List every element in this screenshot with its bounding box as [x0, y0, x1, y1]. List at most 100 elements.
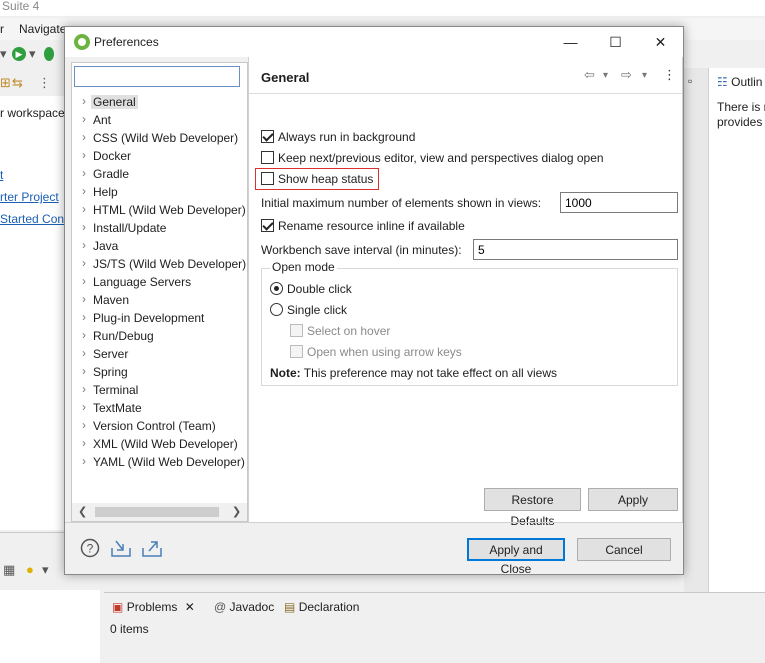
- chevron-right-icon[interactable]: ›: [82, 94, 86, 108]
- chevron-right-icon[interactable]: ›: [82, 418, 86, 432]
- close-button[interactable]: ✕: [638, 27, 683, 57]
- chevron-right-icon[interactable]: ›: [82, 220, 86, 234]
- chevron-right-icon[interactable]: ›: [82, 346, 86, 360]
- tree-item[interactable]: › Ant: [72, 111, 247, 129]
- chevron-right-icon[interactable]: ›: [82, 148, 86, 162]
- tree-item[interactable]: › Version Control (Team): [72, 417, 247, 435]
- link-editor-icon[interactable]: ⇆: [12, 76, 23, 90]
- tree-horizontal-scrollbar[interactable]: ❮ ❯: [72, 503, 247, 521]
- chevron-right-icon[interactable]: ›: [82, 436, 86, 450]
- open-arrow-keys-checkbox[interactable]: [290, 345, 303, 358]
- scroll-left-icon[interactable]: ❮: [78, 505, 87, 518]
- tree-item[interactable]: › Plug-in Development: [72, 309, 247, 327]
- tree-item[interactable]: › Spring: [72, 363, 247, 381]
- chevron-right-icon[interactable]: ›: [82, 310, 86, 324]
- tab-declaration[interactable]: ▤ Declaration: [284, 600, 359, 614]
- run-icon[interactable]: ▶: [12, 47, 26, 61]
- initial-max-input[interactable]: [560, 192, 678, 213]
- toolbar-dropdown-icon[interactable]: ▾: [0, 47, 7, 61]
- tree-item[interactable]: › Docker: [72, 147, 247, 165]
- tree-item[interactable]: › TextMate: [72, 399, 247, 417]
- select-on-hover-label: Select on hover: [307, 324, 391, 338]
- package-explorer-icon[interactable]: ⊞: [0, 76, 11, 90]
- scrollbar-thumb[interactable]: [95, 507, 219, 517]
- always-run-background-checkbox[interactable]: [261, 130, 274, 143]
- maximize-view-icon[interactable]: ▫: [688, 74, 692, 88]
- tree-item[interactable]: › Language Servers: [72, 273, 247, 291]
- tree-item[interactable]: › General: [72, 93, 247, 111]
- chevron-right-icon[interactable]: ›: [82, 184, 86, 198]
- tree-item[interactable]: › Gradle: [72, 165, 247, 183]
- chevron-right-icon[interactable]: ›: [82, 274, 86, 288]
- lightbulb-icon[interactable]: ●: [26, 563, 34, 577]
- tree-item[interactable]: › CSS (Wild Web Developer): [72, 129, 247, 147]
- apply-button[interactable]: Apply: [588, 488, 678, 511]
- view-menu-icon[interactable]: ⋮: [38, 76, 51, 90]
- chevron-right-icon[interactable]: ›: [82, 454, 86, 468]
- minimize-button[interactable]: —: [548, 27, 593, 57]
- link-starter-project[interactable]: rter Project: [0, 190, 59, 204]
- table-icon[interactable]: ▦: [3, 563, 15, 577]
- tree-item[interactable]: › Terminal: [72, 381, 247, 399]
- tree-item[interactable]: › Maven: [72, 291, 247, 309]
- filter-input[interactable]: [74, 66, 240, 87]
- tree-item-label: Ant: [93, 113, 112, 127]
- link-project[interactable]: t: [0, 168, 3, 182]
- maximize-button[interactable]: ☐: [593, 27, 638, 57]
- chevron-right-icon[interactable]: ›: [82, 130, 86, 144]
- tree-item[interactable]: › YAML (Wild Web Developer): [72, 453, 247, 471]
- scroll-right-icon[interactable]: ❯: [232, 505, 241, 518]
- tab-problems[interactable]: ▣ Problems ✕: [112, 600, 195, 614]
- tree-item[interactable]: › JS/TS (Wild Web Developer): [72, 255, 247, 273]
- spring-leaf-icon: [74, 34, 90, 50]
- select-on-hover-checkbox[interactable]: [290, 324, 303, 337]
- run-dropdown-icon[interactable]: ▾: [29, 47, 36, 61]
- save-interval-input[interactable]: [473, 239, 678, 260]
- forward-icon[interactable]: ⇨: [621, 67, 632, 83]
- single-click-radio[interactable]: [270, 303, 283, 316]
- menu-item-navigate[interactable]: Navigate: [19, 22, 66, 36]
- apply-and-close-button[interactable]: Apply and Close: [467, 538, 565, 576]
- menu-item-r[interactable]: r: [0, 22, 4, 36]
- rename-inline-checkbox[interactable]: [261, 219, 274, 232]
- save-interval-label: Workbench save interval (in minutes):: [261, 243, 462, 257]
- chevron-right-icon[interactable]: ›: [82, 382, 86, 396]
- back-icon[interactable]: ⇦: [584, 67, 595, 83]
- import-icon[interactable]: [110, 538, 132, 561]
- chevron-right-icon[interactable]: ›: [82, 328, 86, 342]
- tree-item[interactable]: › HTML (Wild Web Developer): [72, 201, 247, 219]
- link-getting-started[interactable]: Started Con: [0, 212, 64, 226]
- tab-javadoc[interactable]: @ Javadoc: [214, 600, 274, 614]
- page-menu-icon[interactable]: ⋮: [663, 67, 676, 83]
- dropdown-icon[interactable]: ▾: [42, 563, 49, 577]
- chevron-right-icon[interactable]: ›: [82, 202, 86, 216]
- tree-item[interactable]: › Install/Update: [72, 219, 247, 237]
- tree-item-label: XML (Wild Web Developer): [93, 437, 238, 451]
- back-dropdown-icon[interactable]: ▾: [603, 70, 608, 81]
- tree-item[interactable]: › XML (Wild Web Developer): [72, 435, 247, 453]
- chevron-right-icon[interactable]: ›: [82, 256, 86, 270]
- show-heap-status-checkbox[interactable]: [261, 172, 274, 185]
- tree-item[interactable]: › Run/Debug: [72, 327, 247, 345]
- chevron-right-icon[interactable]: ›: [82, 166, 86, 180]
- forward-dropdown-icon[interactable]: ▾: [642, 70, 647, 81]
- tree-item[interactable]: › Java: [72, 237, 247, 255]
- outline-tab[interactable]: ☷ Outlin: [709, 70, 765, 94]
- double-click-radio[interactable]: [270, 282, 283, 295]
- chevron-right-icon[interactable]: ›: [82, 292, 86, 306]
- restore-defaults-button[interactable]: Restore Defaults: [484, 488, 581, 528]
- close-tab-icon[interactable]: ✕: [185, 600, 195, 614]
- chevron-right-icon[interactable]: ›: [82, 112, 86, 126]
- export-icon[interactable]: [141, 538, 163, 561]
- tree-item[interactable]: › Help: [72, 183, 247, 201]
- chevron-right-icon[interactable]: ›: [82, 400, 86, 414]
- chevron-right-icon[interactable]: ›: [82, 364, 86, 378]
- debug-icon[interactable]: [44, 47, 54, 61]
- tree-item[interactable]: › Server: [72, 345, 247, 363]
- open-mode-note: Note: This preference may not take effec…: [270, 366, 557, 380]
- dialog-titlebar[interactable]: Preferences — ☐ ✕: [65, 27, 683, 57]
- chevron-right-icon[interactable]: ›: [82, 238, 86, 252]
- help-icon[interactable]: ?: [80, 538, 100, 561]
- keep-next-prev-checkbox[interactable]: [261, 151, 274, 164]
- cancel-button[interactable]: Cancel: [577, 538, 671, 561]
